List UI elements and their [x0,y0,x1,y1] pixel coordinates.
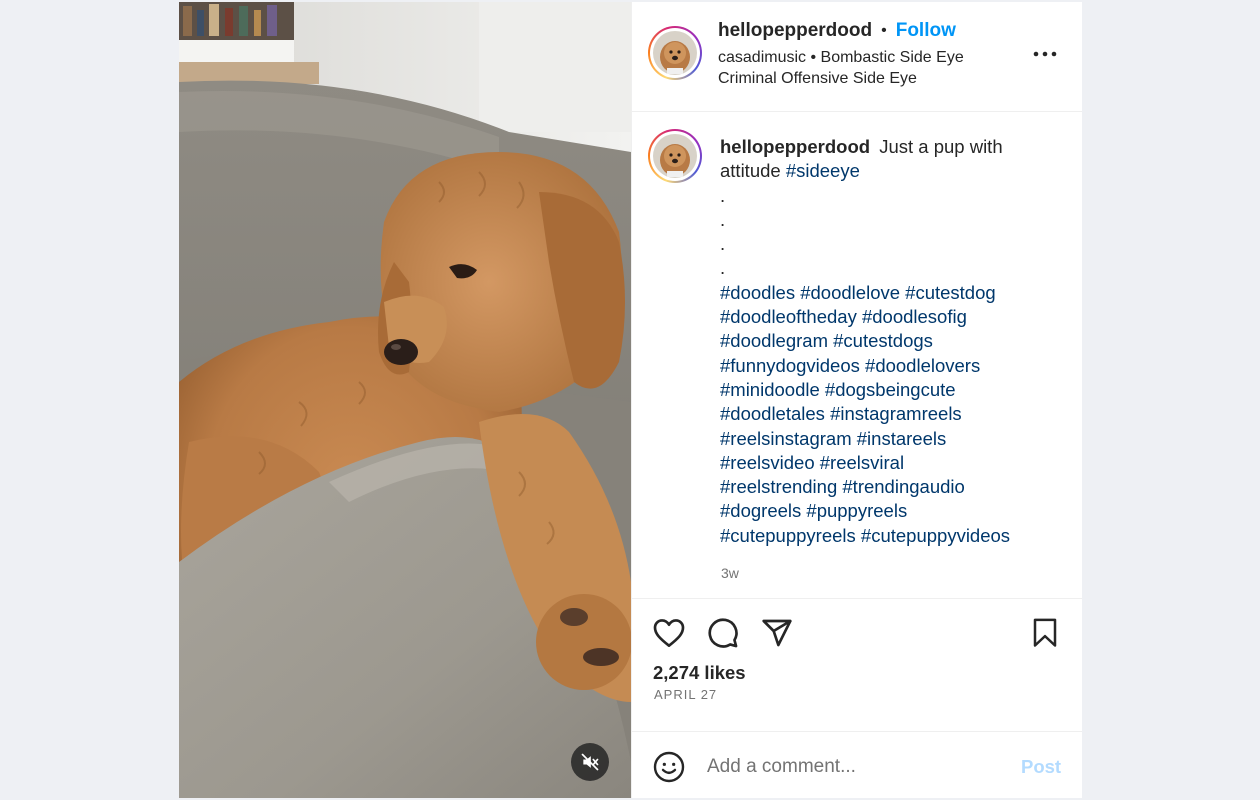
hashtag-link[interactable]: #instagramreels [830,403,962,424]
hashtag-link[interactable]: #cutepuppyreels [720,525,856,546]
hashtag-link[interactable]: #cutepuppyvideos [861,525,1010,546]
hashtag-link[interactable]: #cutestdog [905,282,996,303]
hashtag-line: #minidoodle #dogsbeingcute [720,378,1040,402]
hashtag-line: #doodles #doodlelove #cutestdog [720,281,1040,305]
share-button[interactable] [759,615,795,651]
comment-composer: Post [632,732,1082,798]
hashtag-link[interactable]: #trendingaudio [842,476,964,497]
caption-username[interactable]: hellopepperdood [720,136,870,157]
hashtag-line: #doodletales #instagramreels [720,402,1040,426]
hashtag-link[interactable]: #doodlesofig [862,306,967,327]
hashtag-link[interactable]: #instareels [857,428,946,449]
caption-text: hellopepperdood Just a pup with attitude… [720,135,1040,548]
hashtag-link[interactable]: #doodles [720,282,795,303]
hashtag-line: #dogreels #puppyreels [720,499,1040,523]
hashtag-line: #reelsvideo #reelsviral [720,451,1040,475]
hashtag-line: #reelsinstagram #instareels [720,427,1040,451]
caption-time-ago[interactable]: 3w [721,565,739,581]
post-side-panel: hellopepperdood • Follow casadimusic • B… [631,2,1082,798]
post-video[interactable] [179,2,631,798]
hashtag-line: #doodleoftheday #doodlesofig [720,305,1040,329]
caption-spacer-line: . [720,233,726,255]
hashtag-line: #cutepuppyreels #cutepuppyvideos [720,524,1040,548]
separator-dot: • [810,49,821,66]
mute-toggle-button[interactable] [571,743,609,781]
hashtag-line: #doodlegram #cutestdogs [720,329,1040,353]
comment-input[interactable] [707,752,1007,782]
comment-button[interactable] [705,615,741,651]
caption-spacer-line: . [720,257,726,279]
caption-author-avatar[interactable] [648,129,702,183]
likes-count[interactable]: 2,274 likes [653,662,746,684]
caption-spacer-line: . [720,184,726,206]
follow-button[interactable]: Follow [896,20,956,42]
caption-spacer-lines: .... [720,184,1040,281]
hashtag-link[interactable]: #reelsinstagram [720,428,852,449]
header-title-row: hellopepperdood • Follow [718,20,956,42]
save-button[interactable] [1027,615,1063,651]
post-header: hellopepperdood • Follow casadimusic • B… [632,2,1082,112]
hashtag-link[interactable]: #cutestdogs [833,330,933,351]
post-comment-button[interactable]: Post [1021,756,1061,778]
audio-info[interactable]: casadimusic • Bombastic Side Eye Crimina… [718,47,1018,89]
hashtag-line: #reelstrending #trendingaudio [720,475,1040,499]
hashtag-link[interactable]: #doodlelove [800,282,900,303]
bookmark-icon [1033,618,1057,647]
more-horizontal-icon [1033,51,1057,57]
dog-on-couch-video-frame [179,2,631,798]
like-button[interactable] [651,615,687,651]
hashtag-link[interactable]: #dogreels [720,500,801,521]
hashtag-link[interactable]: #doodleoftheday [720,306,857,327]
author-avatar[interactable] [648,26,702,80]
post-actions: 2,274 likes APRIL 27 [632,599,1082,732]
hashtag-link[interactable]: #minidoodle [720,379,820,400]
instagram-post: hellopepperdood • Follow casadimusic • B… [179,2,1082,798]
hashtag-link[interactable]: #sideeye [786,160,860,181]
audio-artist[interactable]: casadimusic [718,49,806,66]
caption-spacer-line: . [720,208,726,230]
comment-icon [708,618,738,648]
author-username[interactable]: hellopepperdood [718,20,872,42]
hashtag-link[interactable]: #reelsvideo [720,452,815,473]
speaker-muted-icon [581,753,599,771]
hashtag-link[interactable]: #dogsbeingcute [825,379,956,400]
hashtag-link[interactable]: #funnydogvideos [720,355,860,376]
hashtag-line: #funnydogvideos #doodlelovers [720,354,1040,378]
hashtag-link[interactable]: #doodlegram [720,330,828,351]
caption-hashtags: #doodles #doodlelove #cutestdog #doodleof… [720,281,1040,548]
post-date: APRIL 27 [654,687,718,702]
hashtag-link[interactable]: #doodletales [720,403,825,424]
separator-dot: • [881,22,887,39]
avatar-dog-image [653,134,697,178]
emoji-button[interactable] [652,750,686,784]
avatar-dog-image [653,31,697,75]
hashtag-link[interactable]: #doodlelovers [865,355,980,376]
heart-icon [653,619,685,648]
hashtag-link[interactable]: #reelstrending [720,476,837,497]
more-options-button[interactable] [1031,42,1059,66]
smiley-icon [653,751,685,783]
caption-section: hellopepperdood Just a pup with attitude… [632,112,1082,599]
paper-plane-icon [762,619,792,647]
hashtag-link[interactable]: #reelsviral [820,452,904,473]
hashtag-link[interactable]: #puppyreels [806,500,907,521]
